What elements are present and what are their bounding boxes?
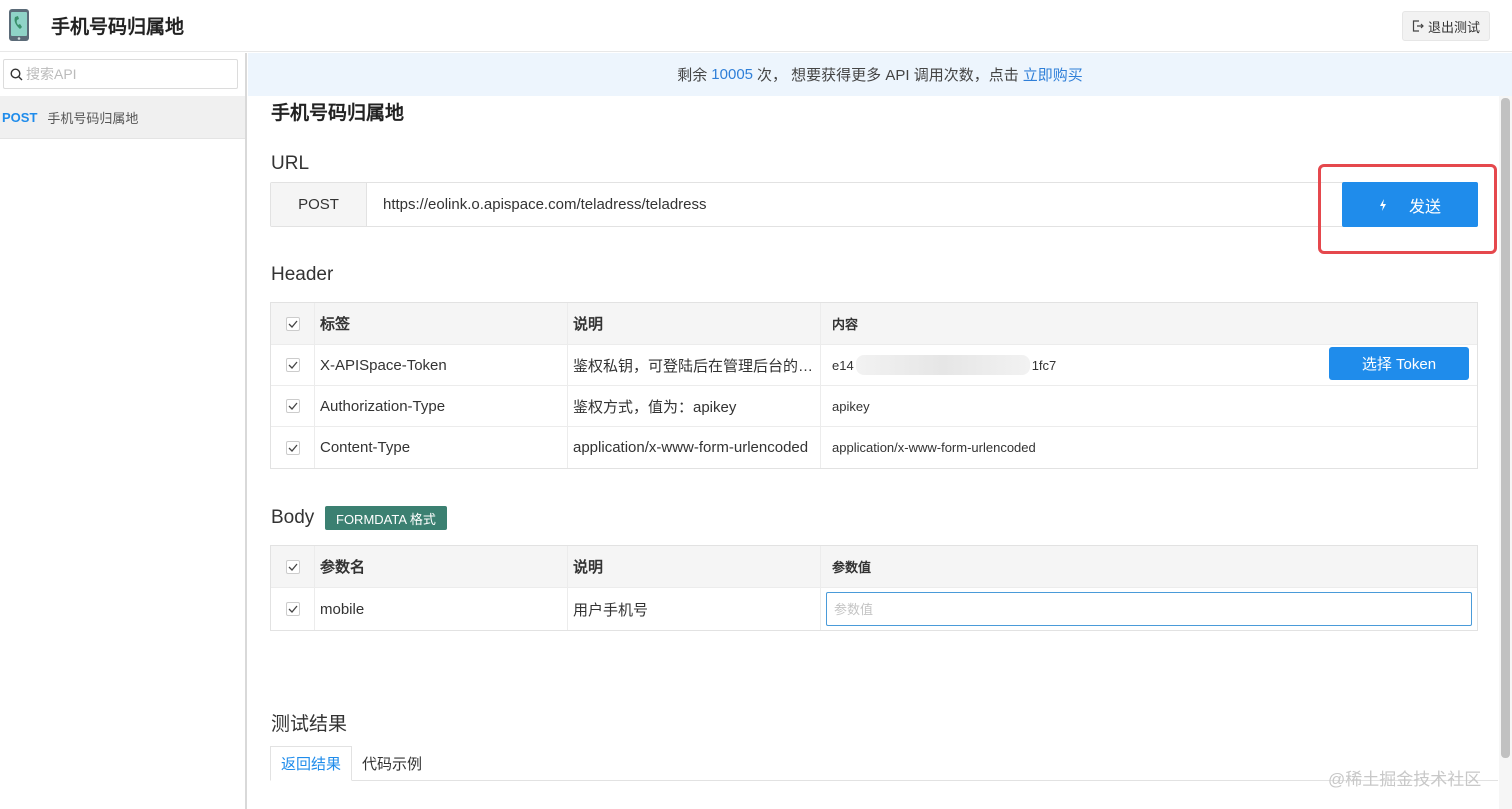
header-value[interactable]: apikey [821, 386, 1477, 426]
formdata-tag: FORMDATA 格式 [325, 506, 447, 530]
header-name: Authorization-Type [315, 386, 568, 426]
scrollbar[interactable] [1499, 96, 1512, 809]
header-desc: application/x-www-form-urlencoded [568, 427, 821, 468]
search-box[interactable] [3, 59, 238, 89]
table-row: mobile 用户手机号 [271, 588, 1477, 630]
column-header: 说明 [568, 303, 821, 344]
column-header: 参数名 [315, 546, 568, 587]
api-method: POST [2, 109, 38, 125]
select-all-checkbox[interactable] [285, 559, 300, 574]
scroll-thumb[interactable] [1501, 98, 1510, 758]
lightning-icon [1379, 198, 1386, 211]
param-value-input[interactable] [826, 592, 1472, 626]
column-header: 说明 [568, 546, 821, 587]
param-desc: 用户手机号 [568, 588, 821, 630]
url-input[interactable] [367, 183, 1477, 226]
result-tabs: 返回结果 代码示例 [270, 746, 1498, 781]
column-header: 标签 [315, 303, 568, 344]
check-icon [288, 605, 297, 613]
notice-middle: 次， 想要获得更多 API 调用次数，点击 [757, 67, 1019, 84]
top-bar: 手机号码归属地 退出测试 [0, 0, 1512, 52]
buy-now-link[interactable]: 立即购买 [1023, 64, 1083, 85]
row-checkbox[interactable] [285, 358, 300, 372]
select-all-checkbox[interactable] [285, 316, 300, 331]
table-row: X-APISpace-Token 鉴权私钥，可登陆后在管理后台的… e14 1f… [271, 345, 1477, 386]
check-icon [288, 361, 297, 369]
sidebar: POST 手机号码归属地 [0, 53, 247, 809]
param-name: mobile [315, 588, 568, 630]
app-title: 手机号码归属地 [51, 17, 185, 38]
tab-response[interactable]: 返回结果 [270, 746, 353, 781]
search-input[interactable] [26, 66, 226, 82]
watermark: @稀土掘金技术社区 [1328, 770, 1482, 789]
token-value[interactable]: e14 1fc7 [832, 355, 1056, 375]
url-section-title: URL [271, 153, 310, 174]
header-name: X-APISpace-Token [315, 345, 568, 385]
api-name: 手机号码归属地 [47, 110, 139, 126]
send-button[interactable]: 发送 [1342, 182, 1478, 227]
table-row: Authorization-Type 鉴权方式，值为：apikey apikey [271, 386, 1477, 427]
sidebar-item-api[interactable]: POST 手机号码归属地 [0, 96, 245, 139]
select-token-button[interactable]: 选择 Token [1329, 347, 1469, 380]
body-section-title: Body [271, 507, 315, 528]
search-icon [10, 67, 23, 80]
exit-test-label: 退出测试 [1427, 19, 1480, 35]
row-checkbox[interactable] [285, 602, 300, 616]
header-value[interactable]: application/x-www-form-urlencoded [821, 427, 1477, 468]
header-section-title: Header [271, 264, 334, 285]
header-desc: 鉴权私钥，可登陆后在管理后台的… [573, 357, 814, 375]
header-name: Content-Type [315, 427, 568, 468]
check-icon [288, 402, 297, 410]
table-row: Content-Type application/x-www-form-urle… [271, 427, 1477, 468]
exit-test-button[interactable]: 退出测试 [1402, 11, 1490, 41]
quota-notice: 剩余 10005 次， 想要获得更多 API 调用次数，点击 立即购买 [248, 53, 1512, 96]
column-header: 参数值 [832, 560, 872, 575]
header-table: 标签 说明 内容 X-APISpace-Token 鉴权私钥，可登陆后在管理后台… [270, 302, 1478, 469]
body-table-head: 参数名 说明 参数值 [271, 546, 1477, 588]
tab-code-example[interactable]: 代码示例 [352, 746, 432, 781]
url-row: POST [270, 182, 1478, 227]
phone-logo-icon [8, 8, 30, 42]
page-title: 手机号码归属地 [271, 103, 405, 124]
header-table-head: 标签 说明 内容 [271, 303, 1477, 345]
remaining-count: 10005 [711, 66, 754, 83]
token-value-end: 1fc7 [1031, 357, 1057, 373]
body-table: 参数名 说明 参数值 mobile 用户手机号 [270, 545, 1478, 631]
notice-prefix: 剩余 [677, 67, 708, 84]
row-checkbox[interactable] [285, 440, 300, 455]
row-checkbox[interactable] [285, 399, 300, 413]
check-icon [288, 444, 297, 452]
redacted-area [855, 355, 1030, 375]
column-header: 内容 [832, 317, 859, 332]
exit-icon [1412, 20, 1424, 32]
check-icon [288, 563, 297, 571]
check-icon [288, 320, 297, 328]
method-label: POST [271, 183, 367, 226]
send-label: 发送 [1408, 198, 1441, 216]
token-value-start: e14 [832, 357, 854, 373]
result-section-title: 测试结果 [271, 714, 348, 735]
header-desc: 鉴权方式，值为：apikey [568, 386, 821, 426]
